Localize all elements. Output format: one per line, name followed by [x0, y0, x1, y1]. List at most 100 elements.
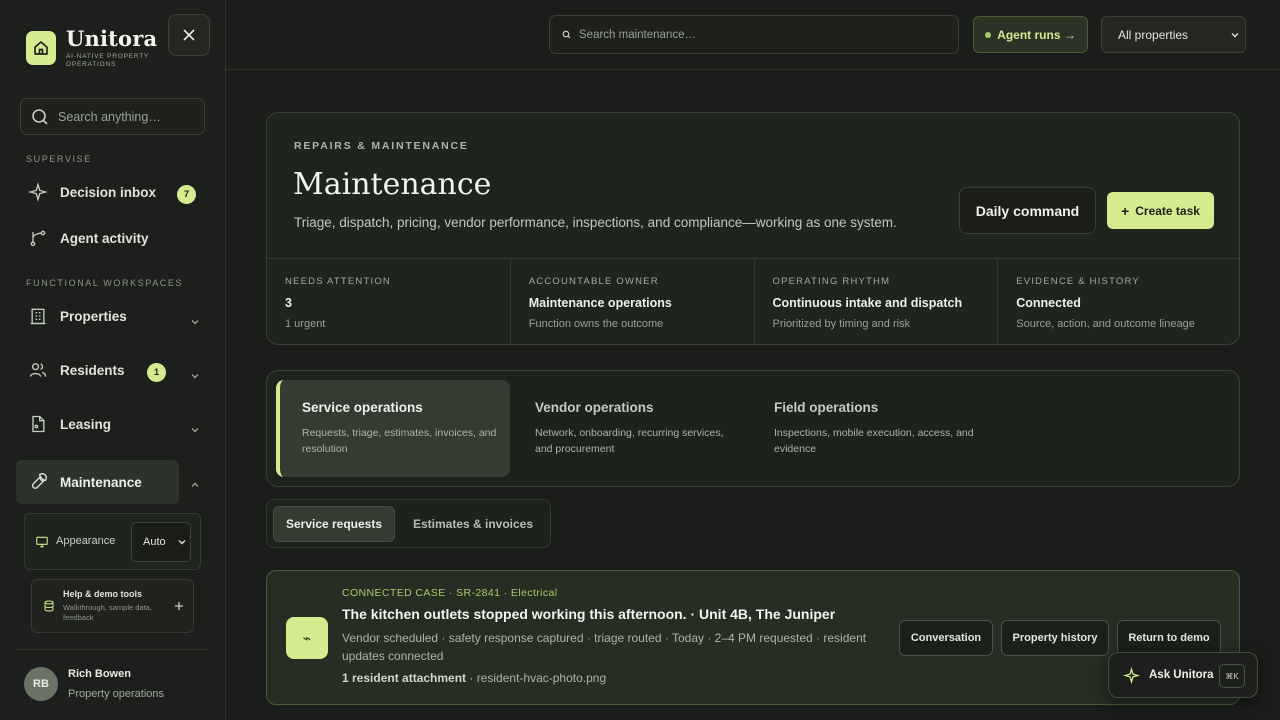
building-icon [30, 308, 46, 325]
workspace-title: Vendor operations [535, 400, 654, 415]
wrench-icon [31, 473, 47, 489]
avatar[interactable]: RB [24, 667, 58, 701]
connected-case-card[interactable]: ⌁ CONNECTED CASE · SR-2841 · Electrical … [266, 570, 1240, 705]
appearance-select[interactable]: Auto [131, 522, 191, 562]
workspace-title: Field operations [774, 400, 879, 415]
sidebar-item-properties[interactable]: Properties [16, 294, 212, 338]
stat-owner: ACCOUNTABLE OWNER Maintenance operations… [511, 259, 755, 344]
case-meta: CONNECTED CASE · SR-2841 · Electrical [342, 587, 558, 599]
case-title: The kitchen outlets stopped working this… [342, 606, 836, 622]
property-filter-select[interactable]: All properties [1101, 16, 1246, 53]
chevron-up-icon[interactable] [189, 479, 201, 491]
tab-service-operations[interactable]: Service operations Requests, triage, est… [276, 380, 510, 477]
sparkle-icon [1123, 666, 1140, 684]
agent-runs-label: Agent runs → [997, 27, 1076, 42]
tab-field-operations[interactable]: Field operations Inspections, mobile exe… [752, 380, 986, 477]
database-icon [44, 600, 54, 612]
property-history-button[interactable]: Property history [1001, 620, 1109, 656]
return-to-demo-button[interactable]: Return to demo [1117, 620, 1221, 656]
sidebar-item-agent-activity[interactable]: Agent activity [16, 216, 212, 260]
subtab-bar: Service requests Estimates & invoices [266, 499, 551, 548]
stat-label: OPERATING RHYTHM [772, 276, 891, 287]
plus-icon [175, 602, 183, 610]
attachment-count: 1 resident attachment [342, 671, 467, 685]
divider [16, 649, 209, 650]
ask-unitora-button[interactable]: Ask Unitora ⌘K [1108, 652, 1258, 698]
user-name: Rich Bowen [68, 668, 131, 680]
workspace-title: Service operations [302, 400, 423, 415]
electrical-icon: ⌁ [286, 617, 328, 659]
count-badge: 1 [147, 363, 166, 382]
sidebar-item-label: Agent activity [60, 230, 149, 246]
page-title: Maintenance [293, 167, 492, 202]
case-description: Vendor scheduled · safety response captu… [342, 631, 867, 663]
monitor-icon [36, 536, 48, 548]
stat-sub: 1 urgent [285, 318, 326, 330]
stat-label: NEEDS ATTENTION [285, 276, 391, 287]
maintenance-search-input[interactable]: Search maintenance… [549, 15, 959, 54]
create-task-label: Create task [1135, 203, 1200, 218]
chevron-down-icon [191, 320, 199, 325]
help-title: Help & demo tools [63, 589, 143, 599]
stat-value: Maintenance operations [528, 296, 672, 310]
page-description: Triage, dispatch, pricing, vendor perfor… [294, 215, 897, 230]
sidebar-item-label: Decision inbox [60, 184, 157, 200]
sidebar-item-maintenance[interactable]: Maintenance [16, 460, 179, 504]
tab-service-requests[interactable]: Service requests [273, 506, 395, 542]
case-attachment[interactable]: 1 resident attachment · resident-hvac-ph… [342, 671, 606, 685]
appearance-value: Auto [143, 536, 166, 548]
branch-icon [30, 230, 46, 247]
home-logo-icon[interactable] [26, 31, 56, 65]
agent-runs-button[interactable]: Agent runs → [973, 16, 1088, 53]
search-icon [562, 30, 571, 39]
document-icon [32, 415, 45, 433]
stat-label: EVIDENCE & HISTORY [1016, 276, 1140, 287]
stats-row: NEEDS ATTENTION 3 1 urgent ACCOUNTABLE O… [267, 258, 1239, 344]
property-filter-value: All properties [1118, 27, 1189, 42]
tab-estimates-invoices[interactable]: Estimates & invoices [403, 506, 543, 542]
stat-needs-attention: NEEDS ATTENTION 3 1 urgent [267, 259, 511, 344]
section-label-supervise: SUPERVISE [26, 154, 92, 164]
ask-label: Ask Unitora [1149, 669, 1214, 681]
count-badge: 7 [177, 185, 196, 204]
create-task-button[interactable]: + Create task [1107, 192, 1214, 229]
sidebar-item-residents[interactable]: Residents 1 [16, 348, 212, 392]
chevron-down-icon [191, 374, 199, 379]
conversation-button[interactable]: Conversation [899, 620, 993, 656]
sidebar-item-label: Leasing [60, 416, 112, 432]
workspace-tabs: Service operations Requests, triage, est… [266, 370, 1240, 487]
stat-evidence: EVIDENCE & HISTORY Connected Source, act… [998, 259, 1239, 344]
status-dot-icon [985, 31, 992, 38]
stat-value: Continuous intake and dispatch [772, 296, 963, 310]
sidebar-item-label: Residents [60, 362, 125, 378]
stat-value: 3 [285, 296, 292, 310]
maintenance-hero-card: REPAIRS & MAINTENANCE Maintenance Triage… [266, 112, 1240, 345]
appearance-setting: Appearance Auto [24, 513, 201, 570]
stat-rhythm: OPERATING RHYTHM Continuous intake and d… [755, 259, 999, 344]
sparkle-icon [28, 182, 48, 202]
eyebrow: REPAIRS & MAINTENANCE [294, 140, 469, 152]
section-label-workspaces: FUNCTIONAL WORKSPACES [26, 278, 184, 288]
sidebar-search-input[interactable]: Search anything… [20, 98, 205, 135]
close-sidebar-button[interactable] [168, 14, 210, 56]
sidebar-item-leasing[interactable]: Leasing [16, 402, 212, 446]
close-icon [183, 29, 195, 41]
workspace-desc: Network, onboarding, recurring services,… [535, 427, 724, 455]
daily-command-button[interactable]: Daily command [959, 187, 1096, 234]
workspace-desc: Inspections, mobile execution, access, a… [774, 427, 974, 455]
search-placeholder: Search maintenance… [579, 28, 696, 41]
workspace-desc: Requests, triage, estimates, invoices, a… [302, 427, 497, 455]
shortcut-key: ⌘K [1219, 664, 1245, 688]
chevron-down-icon [1231, 33, 1239, 38]
brand-tagline: AI-NATIVE PROPERTY OPERATIONS [66, 53, 150, 68]
sidebar: Unitora AI-NATIVE PROPERTY OPERATIONS Se… [0, 0, 226, 720]
help-demo-tools[interactable]: Help & demo tools Walkthrough, sample da… [31, 579, 194, 633]
tab-vendor-operations[interactable]: Vendor operations Network, onboarding, r… [513, 380, 747, 477]
sidebar-item-decision-inbox[interactable]: Decision inbox 7 [16, 170, 212, 214]
stat-sub: Function owns the outcome [528, 318, 664, 330]
appearance-label: Appearance [56, 535, 116, 547]
stat-sub: Source, action, and outcome lineage [1016, 318, 1195, 330]
stat-value: Connected [1016, 296, 1081, 310]
attachment-file: · resident-hvac-photo.png [469, 671, 607, 685]
brand-name: Unitora [66, 26, 158, 51]
